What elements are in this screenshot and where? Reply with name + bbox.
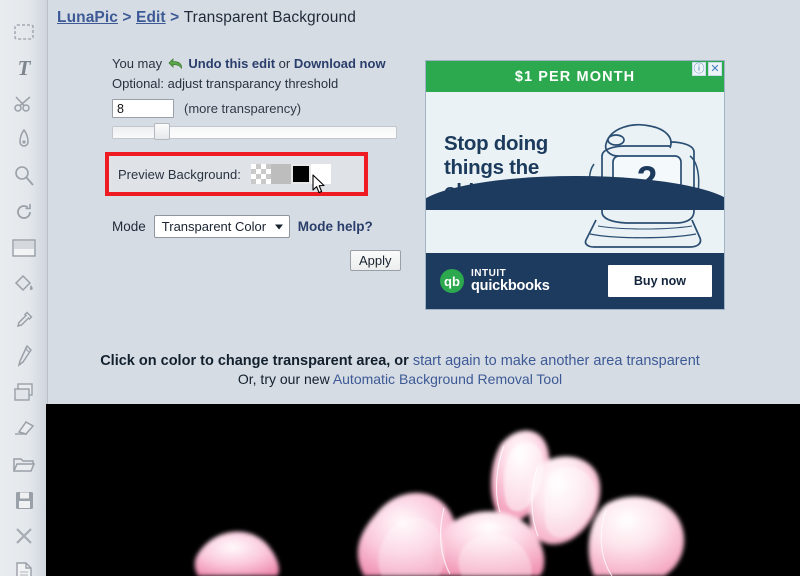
preview-background-label: Preview Background: — [118, 166, 241, 182]
preview-background-row: Preview Background: — [109, 156, 364, 192]
eyedropper-icon[interactable] — [0, 302, 48, 338]
new-file-icon[interactable] — [0, 554, 48, 576]
or-label: or — [278, 56, 291, 71]
instruction-line-1: Click on color to change transparent are… — [0, 353, 800, 369]
ad-header-text: $1 PER MONTH — [514, 68, 636, 85]
rotate-refresh-icon[interactable] — [0, 194, 48, 230]
ad-footer: qb INTUIT quickbooks Buy now — [426, 253, 724, 309]
optional-threshold-label: Optional: adjust transparancy threshold — [112, 76, 339, 91]
breadcrumb: LunaPic > Edit > Transparent Background — [57, 9, 356, 27]
threshold-slider[interactable] — [112, 123, 397, 140]
breadcrumb-edit[interactable]: Edit — [136, 9, 166, 26]
ad-brand: INTUIT quickbooks — [471, 268, 550, 294]
swatch-transparent-checker[interactable] — [250, 164, 271, 184]
breadcrumb-separator-1: > — [122, 9, 132, 26]
marquee-select-icon[interactable] — [0, 14, 48, 50]
open-folder-icon[interactable] — [0, 446, 48, 482]
chevron-down-icon — [274, 224, 283, 229]
apply-button[interactable]: Apply — [350, 250, 401, 271]
ad-header-bar: $1 PER MONTH ⓘ ✕ — [426, 61, 724, 92]
scissors-icon[interactable] — [0, 86, 48, 122]
advertisement[interactable]: $1 PER MONTH ⓘ ✕ Stop doingthings theold… — [425, 60, 725, 310]
ad-controls: ⓘ ✕ — [692, 62, 722, 76]
instruction-line-2: Or, try our new Automatic Background Rem… — [0, 371, 800, 387]
swatch-gray[interactable] — [270, 164, 291, 184]
left-toolbar: T — [0, 0, 48, 576]
preview-background-swatches — [250, 164, 331, 184]
ad-info-icon[interactable]: ⓘ — [692, 62, 706, 76]
mode-select[interactable]: Transparent Color — [153, 215, 290, 238]
text-tool-icon[interactable]: T — [0, 50, 48, 86]
threshold-hint: (more transparency) — [184, 101, 302, 116]
breadcrumb-separator-2: > — [170, 9, 180, 26]
undo-this-edit-link[interactable]: Undo this edit — [188, 56, 275, 71]
mode-help-link[interactable]: Mode help? — [298, 219, 373, 234]
save-disk-icon[interactable] — [0, 482, 48, 518]
preview-background-highlight: Preview Background: — [105, 152, 368, 196]
instructions: Click on color to change transparent are… — [0, 353, 800, 387]
you-may-label: You may — [112, 56, 163, 71]
threshold-input[interactable] — [112, 99, 174, 118]
flower-image — [46, 404, 800, 576]
quickbooks-logo-icon: qb — [440, 269, 464, 293]
swatch-white[interactable] — [310, 164, 331, 184]
slider-fill — [113, 127, 159, 138]
magnifier-icon[interactable] — [0, 158, 48, 194]
eraser-icon[interactable] — [0, 410, 48, 446]
slider-knob[interactable] — [154, 123, 170, 140]
swatch-black[interactable] — [290, 164, 311, 184]
auto-background-removal-link[interactable]: Automatic Background Removal Tool — [333, 371, 562, 387]
ad-brand-quickbooks: quickbooks — [471, 277, 550, 294]
mode-label: Mode — [112, 219, 146, 234]
transparency-panel: You may Undo this edit or Download now O… — [112, 56, 412, 156]
ad-close-icon[interactable]: ✕ — [708, 62, 722, 76]
ad-headline-line: Stop doing — [444, 132, 549, 155]
threshold-row: (more transparency) — [112, 99, 412, 118]
undo-arrow-icon — [168, 58, 183, 73]
lunapic-page: T LunaPic > Edit > Transparent Backgroun… — [0, 0, 800, 576]
breadcrumb-current: Transparent Background — [183, 9, 356, 26]
paint-bucket-icon[interactable] — [0, 266, 48, 302]
mode-select-value: Transparent Color — [161, 219, 267, 234]
instruction-line-1-bold: Click on color to change transparent are… — [100, 353, 409, 369]
mode-row: Mode Transparent Color Mode help? — [112, 215, 373, 238]
buy-now-button[interactable]: Buy now — [607, 265, 712, 297]
download-now-link[interactable]: Download now — [294, 56, 386, 71]
start-again-link[interactable]: start again to make another area transpa… — [413, 353, 700, 369]
close-x-icon[interactable] — [0, 518, 48, 554]
pen-tool-icon[interactable] — [0, 122, 48, 158]
action-links-line: You may Undo this edit or Download now — [112, 56, 412, 73]
ad-body: Stop doingthings theold way — [426, 92, 724, 258]
image-canvas[interactable] — [46, 404, 800, 576]
instruction-line-2-prefix: Or, try our new — [237, 371, 330, 387]
breadcrumb-lunapic[interactable]: LunaPic — [57, 9, 118, 26]
gradient-fill-icon[interactable] — [0, 230, 48, 266]
